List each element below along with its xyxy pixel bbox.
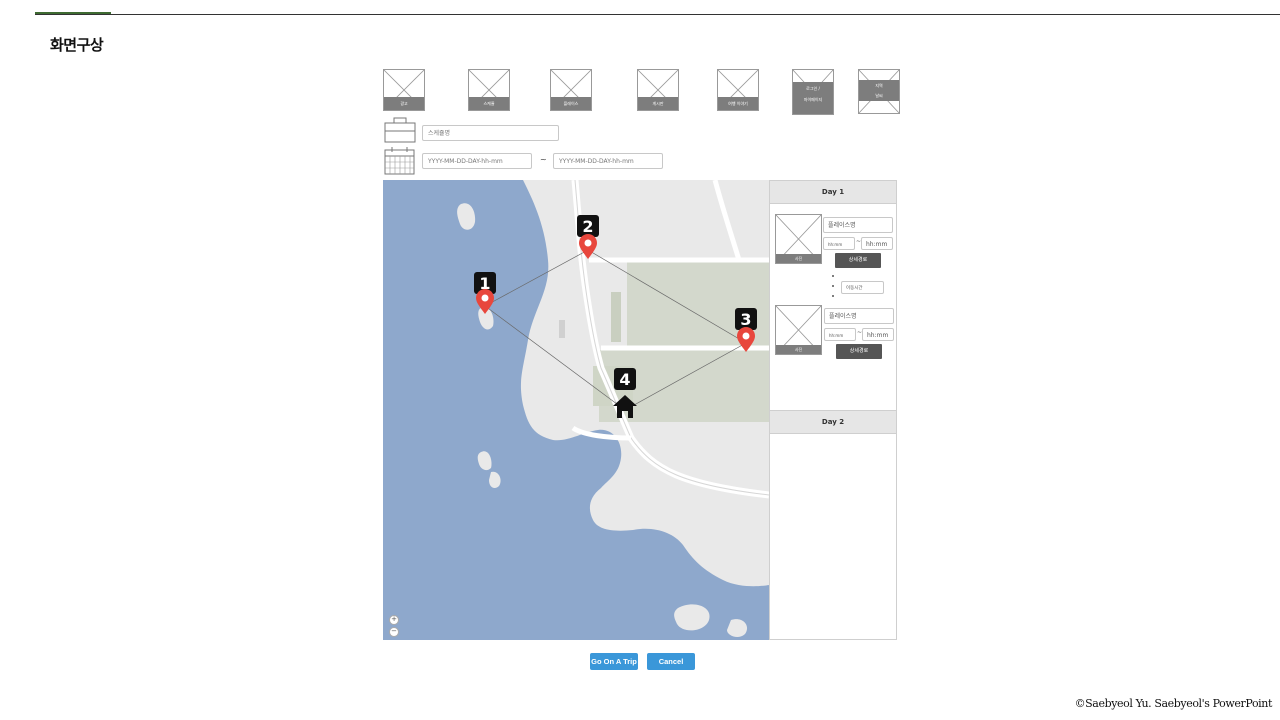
zoom-in-button[interactable]: + [389,615,399,625]
nav-tile-label: 플레이스 [551,97,591,110]
travel-time-input[interactable]: 이동시간 [841,281,884,294]
schedule-name-input[interactable]: 스케쥴명 [422,125,559,141]
date-range-separator: ~ [540,155,547,164]
zoom-out-button[interactable]: − [389,627,399,637]
nav-tile-label: 광고 [384,97,424,110]
place-start-time-input[interactable]: hh:mm [823,237,855,250]
nav-tile-label-top: 지역 [859,80,899,91]
photo-label: 사진 [776,345,821,354]
route-detail-button[interactable]: 상세경로 [836,344,882,359]
day-header[interactable]: Day 2 [770,411,896,434]
place-end-time-input[interactable]: hh:mm [862,328,894,341]
day-1-places: 사진 플레이스명 hh:mm ~ hh:mm 상세경로 이동시간 사진 플레이스… [773,207,894,410]
place-start-time-input[interactable]: hh:mm [824,328,856,341]
place-photo[interactable]: 사진 [775,214,822,264]
nav-tile-label-bottom: 날씨 [859,91,899,101]
place-name-input[interactable]: 플레이스명 [823,217,893,233]
cancel-button[interactable]: Cancel [647,653,695,670]
map-view[interactable]: 1 2 3 4 + − [383,180,769,640]
map-marker-number: 2 [582,217,593,236]
connector-dot [832,295,834,297]
nav-tile-place[interactable]: 플레이스 [550,69,592,111]
photo-label: 사진 [776,254,821,263]
connector-dot [832,285,834,287]
nav-tile-ads[interactable]: 광고 [383,69,425,111]
itinerary-panel: Day 1 사진 플레이스명 hh:mm ~ hh:mm 상세경로 이동시간 사… [769,180,897,640]
place-name-input[interactable]: 플레이스명 [824,308,894,324]
nav-tile-login-mypage[interactable]: 로그인 / 마이페이지 [792,69,834,115]
start-datetime-input[interactable]: YYYY-MM-DD-DAY-hh-mm [422,153,532,169]
briefcase-icon [384,117,416,143]
end-datetime-input[interactable]: YYYY-MM-DD-DAY-hh-mm [553,153,663,169]
route-detail-button[interactable]: 상세경로 [835,253,881,268]
slide-title: 화면구상 [50,36,104,54]
map-marker-number: 4 [619,370,630,389]
nav-tile-label-top: 로그인 / [793,82,833,95]
nav-tile-label-bottom: 마이페이지 [793,95,833,114]
map-canvas: 1 2 3 4 [383,180,769,640]
go-on-trip-button[interactable]: Go On A Trip [590,653,638,670]
day-header[interactable]: Day 1 [770,181,896,204]
title-rule [35,14,1280,15]
nav-tile-region-weather[interactable]: 지역 날씨 [858,69,900,114]
nav-tile-board[interactable]: 게시판 [637,69,679,111]
nav-tile-travel-story[interactable]: 여행 이야기 [717,69,759,111]
nav-tile-label: 스케쥴 [469,97,509,110]
place-end-time-input[interactable]: hh:mm [861,237,893,250]
nav-tile-label: 여행 이야기 [718,97,758,110]
footer-credit: ©Saebyeol Yu. Saebyeol's PowerPoint [1074,697,1273,710]
connector-dot [832,275,834,277]
calendar-icon [384,147,415,175]
map-marker-number: 3 [740,310,751,329]
place-photo[interactable]: 사진 [775,305,822,355]
nav-tile-schedule[interactable]: 스케쥴 [468,69,510,111]
nav-tile-label: 게시판 [638,97,678,110]
